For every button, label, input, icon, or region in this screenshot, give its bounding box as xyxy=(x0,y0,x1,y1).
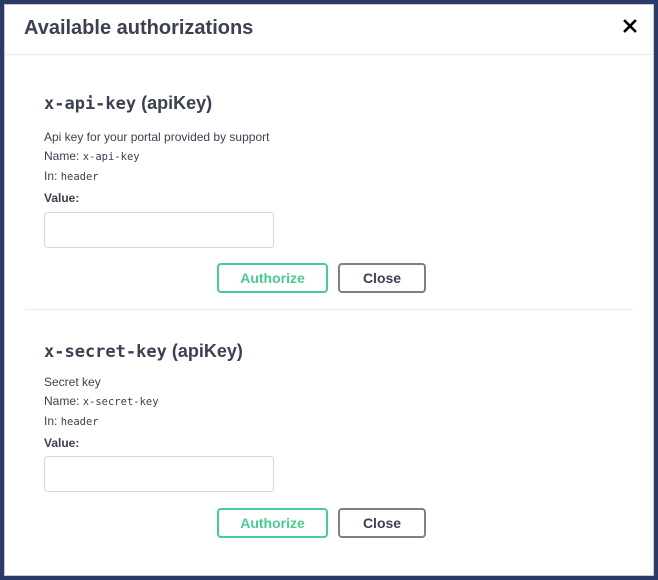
modal-title: Available authorizations xyxy=(24,17,254,39)
scheme-title: x-secret-key (apiKey) xyxy=(44,341,243,362)
scheme-type: (apiKey) xyxy=(141,93,213,113)
api-key-value-input[interactable] xyxy=(44,212,274,248)
secret-key-value-input[interactable] xyxy=(44,456,274,492)
value-label: Value: xyxy=(44,436,80,450)
in-value: header xyxy=(60,416,99,428)
scheme-info: Api key for your portal provided by supp… xyxy=(44,128,269,208)
scheme-name-row: Name: x-api-key xyxy=(44,147,269,167)
name-label: Name: xyxy=(44,394,80,408)
auth-scheme-x-api-key: x-api-key (apiKey) Api key for your port… xyxy=(25,55,633,310)
name-value: x-api-key xyxy=(82,151,140,163)
scheme-info: Secret key Name: x-secret-key In: header… xyxy=(44,373,159,453)
close-button[interactable]: Close xyxy=(338,508,426,538)
scheme-type: (apiKey) xyxy=(171,341,243,361)
in-value: header xyxy=(60,171,99,183)
scheme-description: Api key for your portal provided by supp… xyxy=(44,130,270,144)
auth-scheme-x-secret-key: x-secret-key (apiKey) Secret key Name: x… xyxy=(25,311,633,551)
authorize-button[interactable]: Authorize xyxy=(217,508,328,538)
close-button[interactable]: Close xyxy=(338,263,426,293)
scheme-name-row: Name: x-secret-key xyxy=(44,392,159,412)
scheme-description: Secret key xyxy=(44,375,101,389)
in-label: In: xyxy=(44,414,58,428)
auth-modal: Available authorizations x-api-key (apiK… xyxy=(4,4,654,576)
scheme-in-row: In: header xyxy=(44,412,159,432)
in-label: In: xyxy=(44,169,58,183)
close-x-icon[interactable] xyxy=(623,19,637,33)
modal-header: Available authorizations xyxy=(5,5,653,55)
value-label: Value: xyxy=(44,191,80,205)
scheme-in-row: In: header xyxy=(44,167,269,187)
name-value: x-secret-key xyxy=(82,396,159,408)
scheme-title: x-api-key (apiKey) xyxy=(44,93,212,114)
scheme-name: x-secret-key xyxy=(44,342,167,362)
name-label: Name: xyxy=(44,149,80,163)
authorize-button[interactable]: Authorize xyxy=(217,263,328,293)
scheme-name: x-api-key xyxy=(44,94,137,114)
